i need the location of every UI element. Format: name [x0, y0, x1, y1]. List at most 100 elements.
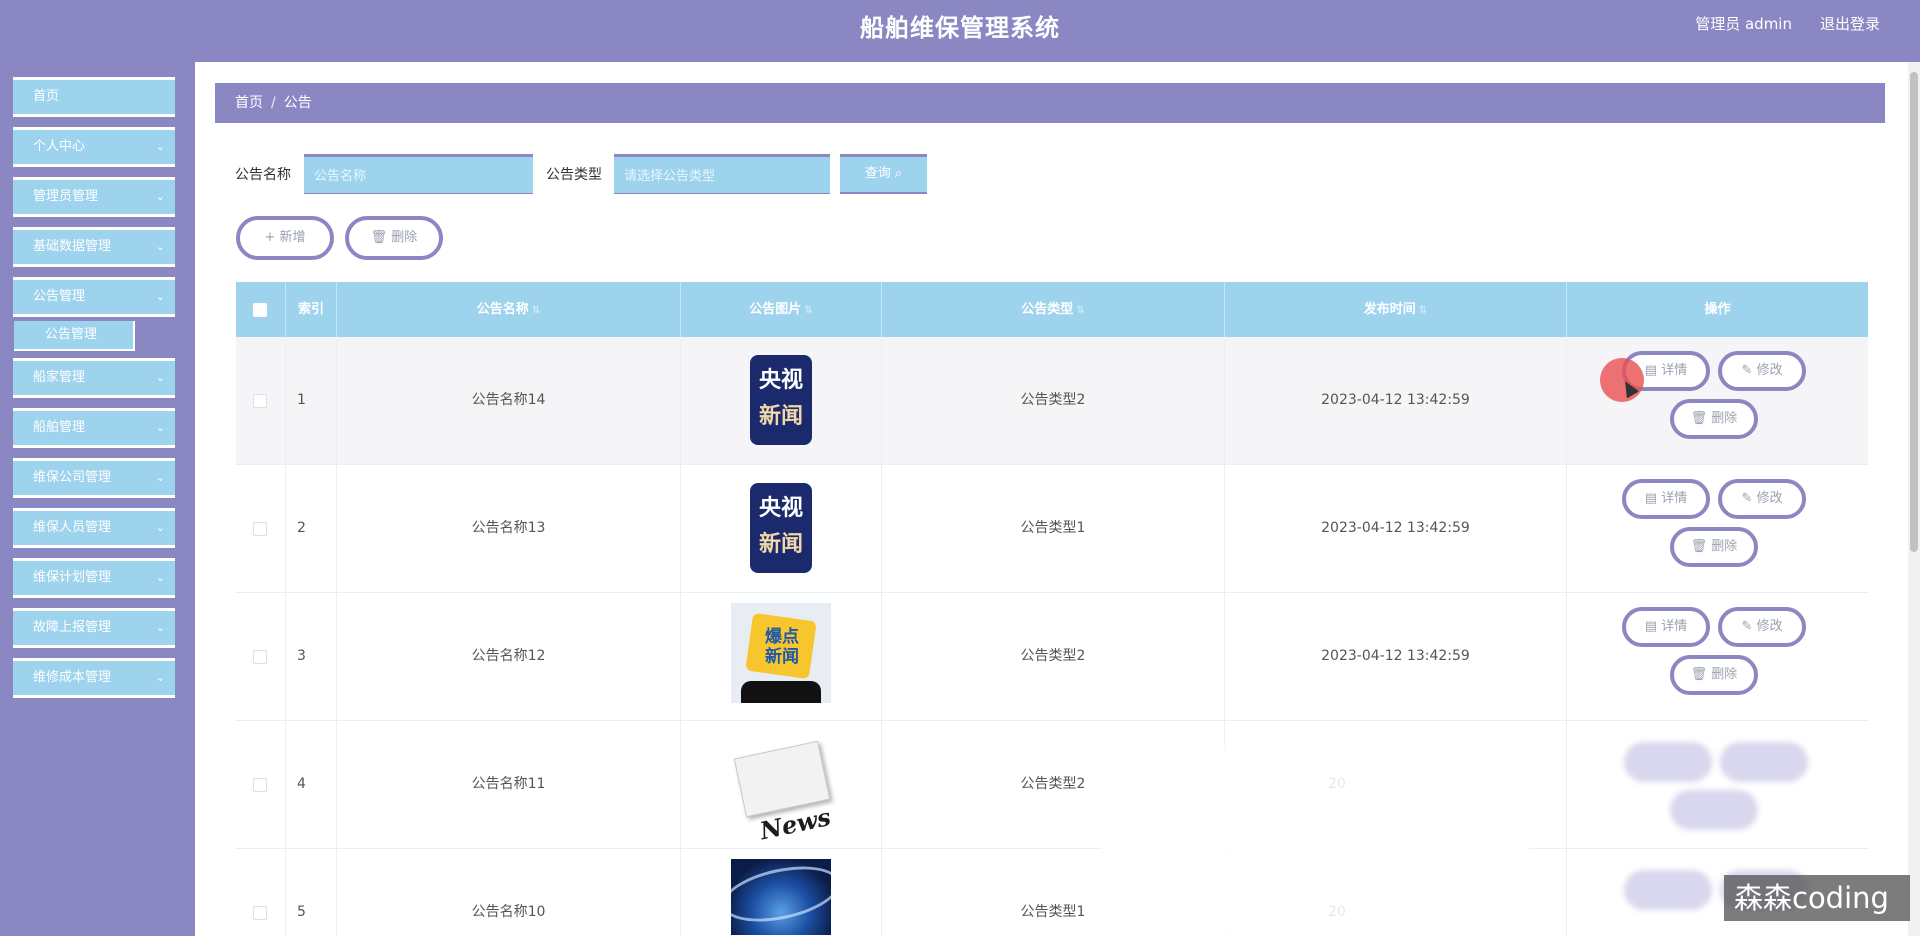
sort-icon: ⇅ — [1076, 305, 1085, 316]
notice-image[interactable]: 央视 新闻 — [731, 475, 831, 575]
header-time[interactable]: 发布时间 ⇅ — [1225, 282, 1567, 337]
sidebar-item-ships[interactable]: 船舶管理 ⌄ — [13, 408, 175, 448]
breadcrumb-home[interactable]: 首页 — [235, 95, 263, 111]
header-index: 索引 — [286, 282, 337, 337]
blurred-button — [1624, 742, 1712, 782]
header-image[interactable]: 公告图片 ⇅ — [681, 282, 882, 337]
header-type[interactable]: 公告类型 ⇅ — [882, 282, 1225, 337]
page-scrollbar[interactable] — [1908, 62, 1920, 936]
row-index: 1 — [286, 337, 337, 464]
delete-button[interactable]: 🗑 删除 — [1670, 527, 1758, 567]
search-button[interactable]: 查询 ⌕ — [840, 154, 927, 194]
sidebar-item-ship-owners[interactable]: 船家管理 ⌄ — [13, 358, 175, 398]
main-content: 首页 / 公告 公告名称 公告类型 查询 ⌕ + 新增 🗑 删除 索引 公告名称⇅ … — [195, 62, 1920, 936]
sidebar-item-fault-reports[interactable]: 故障上报管理 ⌄ — [13, 608, 175, 648]
sidebar-subitem-notice-management[interactable]: 公告管理 — [14, 321, 135, 351]
header-select-all-cell — [236, 282, 286, 337]
sidebar-item-admins[interactable]: 管理员管理 ⌄ — [13, 177, 175, 217]
chevron-down-icon: ⌄ — [155, 471, 165, 484]
detail-button[interactable]: ▤ 详情 — [1622, 479, 1710, 519]
sidebar-item-maintenance-staff[interactable]: 维保人员管理 ⌄ — [13, 508, 175, 548]
row-checkbox[interactable] — [253, 522, 267, 536]
row-actions-cell: ▤ 详情 ✎ 修改 🗑 删除 — [1567, 337, 1868, 464]
row-image-cell: 爆点新闻 — [681, 593, 882, 720]
table-row: 4 公告名称11 News 公告类型2 20 — [236, 721, 1868, 849]
chevron-down-icon: ⌄ — [155, 421, 165, 434]
delete-button[interactable]: 🗑 删除 — [1670, 655, 1758, 695]
row-select-cell — [236, 849, 286, 936]
notice-image[interactable]: 央视 新闻 — [731, 347, 831, 447]
sidebar-item-repair-costs[interactable]: 维修成本管理 ⌄ — [13, 658, 175, 698]
notice-image[interactable]: 爆点新闻 — [731, 603, 831, 703]
sidebar: 首页 个人中心 ⌄ 管理员管理 ⌄ 基础数据管理 ⌄ 公告管理 ⌄ 公告管理 船家管理 ⌄… — [0, 62, 195, 936]
breadcrumb-current: 公告 — [283, 95, 312, 111]
row-type: 公告类型1 — [882, 465, 1225, 592]
cctv-news-logo: 央视 新闻 — [750, 355, 812, 445]
row-time: 2023-04-12 13:42:59 — [1225, 465, 1567, 592]
logo-text-line-1: 央视 — [758, 368, 803, 393]
table-row: 2 公告名称13 央视 新闻 公告类型1 2023-04-12 13:42:59 … — [236, 465, 1868, 593]
add-button[interactable]: + 新增 — [236, 216, 334, 260]
row-select-cell — [236, 465, 286, 592]
row-name: 公告名称11 — [337, 721, 681, 848]
chevron-down-icon: ⌄ — [155, 140, 165, 153]
row-checkbox[interactable] — [253, 906, 267, 920]
logo-text-line-2: 新闻 — [758, 404, 803, 429]
row-name: 公告名称14 — [337, 337, 681, 464]
sidebar-item-home[interactable]: 首页 — [13, 77, 175, 117]
sidebar-item-basic-data[interactable]: 基础数据管理 ⌄ — [13, 227, 175, 267]
row-select-cell — [236, 721, 286, 848]
row-name: 公告名称10 — [337, 849, 681, 936]
row-index: 5 — [286, 849, 337, 936]
sidebar-item-label: 维保公司管理 — [33, 470, 112, 485]
detail-button[interactable]: ▤ 详情 — [1622, 607, 1710, 647]
globe-image — [731, 859, 831, 935]
row-image-cell — [681, 849, 882, 936]
row-checkbox[interactable] — [253, 394, 267, 408]
blurred-region — [1100, 745, 1530, 936]
breadcrumb: 首页 / 公告 — [215, 83, 1885, 123]
notice-name-input[interactable] — [304, 154, 533, 194]
sidebar-item-maintenance-companies[interactable]: 维保公司管理 ⌄ — [13, 458, 175, 498]
sort-icon: ⇅ — [804, 305, 813, 316]
cursor-highlight — [1600, 358, 1644, 402]
chevron-down-icon: ⌄ — [155, 240, 165, 253]
row-name: 公告名称13 — [337, 465, 681, 592]
edit-button[interactable]: ✎ 修改 — [1718, 479, 1806, 519]
sidebar-item-label: 船家管理 — [33, 370, 86, 385]
row-image-cell: 央视 新闻 — [681, 337, 882, 464]
cctv-news-logo: 央视 新闻 — [750, 483, 812, 573]
row-checkbox[interactable] — [253, 650, 267, 664]
logo-text-line-1: 央视 — [758, 496, 803, 521]
notice-image[interactable]: News — [731, 731, 833, 845]
top-header: 船舶维保管理系统 管理员 admin 退出登录 — [0, 0, 1920, 62]
delete-button[interactable]: 🗑 删除 — [1670, 399, 1758, 439]
notice-type-select[interactable] — [614, 154, 830, 194]
select-all-checkbox[interactable] — [253, 303, 267, 317]
app-title: 船舶维保管理系统 — [860, 14, 1060, 42]
row-select-cell — [236, 593, 286, 720]
batch-delete-button[interactable]: 🗑 删除 — [345, 216, 443, 260]
scrollbar-thumb[interactable] — [1910, 72, 1918, 552]
row-index: 2 — [286, 465, 337, 592]
edit-button[interactable]: ✎ 修改 — [1718, 351, 1806, 391]
sidebar-item-profile[interactable]: 个人中心 ⌄ — [13, 127, 175, 167]
search-type-label: 公告类型 — [546, 167, 602, 183]
chevron-down-icon: ⌄ — [155, 190, 165, 203]
blurred-button — [1624, 870, 1712, 910]
header-name[interactable]: 公告名称 ⇅ — [337, 282, 681, 337]
logo-text-line-2: 新闻 — [758, 532, 803, 557]
sidebar-item-notices[interactable]: 公告管理 ⌄ — [13, 277, 175, 317]
header-name-label: 公告名称 — [476, 302, 529, 317]
row-image-cell: 央视 新闻 — [681, 465, 882, 592]
edit-button[interactable]: ✎ 修改 — [1718, 607, 1806, 647]
sidebar-item-label: 公告管理 — [33, 289, 86, 304]
sort-icon: ⇅ — [531, 305, 541, 316]
notice-image[interactable] — [731, 859, 831, 936]
sidebar-item-label: 故障上报管理 — [33, 620, 112, 635]
logo-text: 爆点新闻 — [765, 627, 799, 667]
row-checkbox[interactable] — [253, 778, 267, 792]
sidebar-item-maintenance-plans[interactable]: 维保计划管理 ⌄ — [13, 558, 175, 598]
current-user: 管理员 admin — [1695, 15, 1792, 33]
logout-link[interactable]: 退出登录 — [1820, 13, 1880, 34]
